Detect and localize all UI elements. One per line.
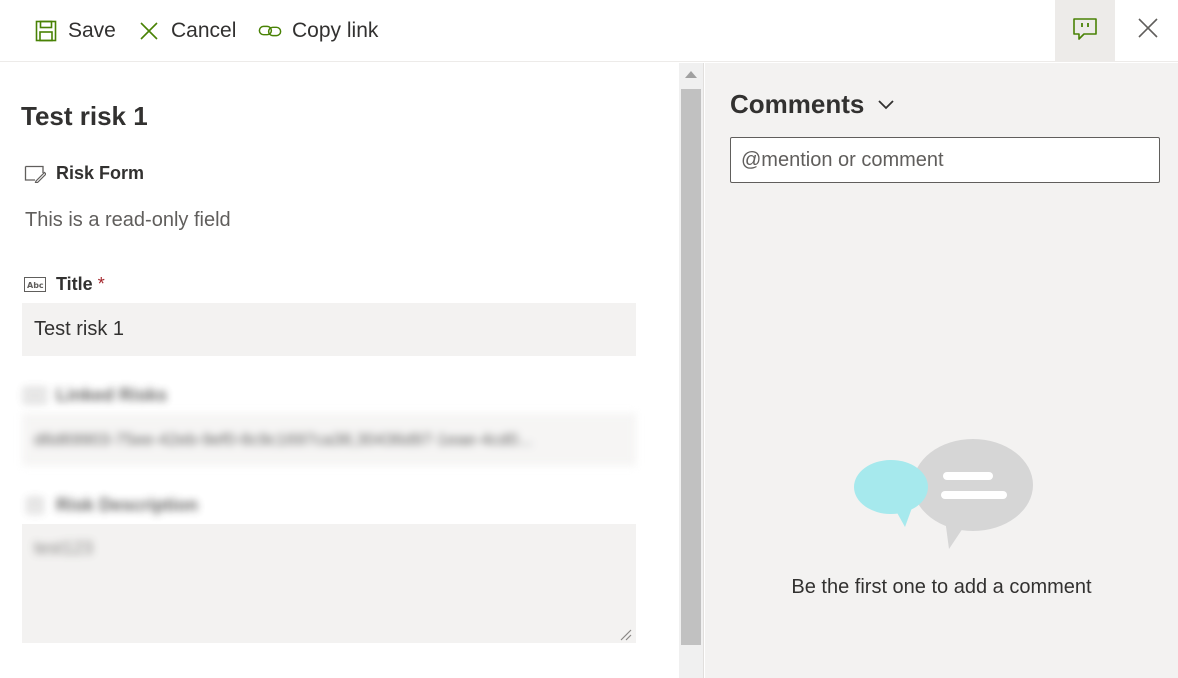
close-button[interactable]	[1128, 10, 1168, 50]
comment-icon	[1072, 17, 1098, 46]
title-field-label: Abc Title *	[24, 274, 105, 295]
lookup-icon	[24, 387, 46, 405]
comment-input[interactable]	[730, 137, 1160, 183]
command-bar: Save Cancel Copy link	[0, 0, 1178, 62]
form-scrollbar[interactable]	[679, 63, 704, 678]
scroll-up-arrow-icon[interactable]	[685, 71, 697, 78]
comments-toggle-button[interactable]	[1055, 0, 1115, 62]
copy-link-button[interactable]: Copy link	[258, 14, 378, 48]
text-field-icon: Abc	[24, 276, 46, 294]
title-label-text: Title	[56, 274, 93, 294]
cancel-icon	[137, 19, 161, 43]
comments-header[interactable]: Comments	[730, 89, 896, 120]
multiline-text-icon	[24, 497, 46, 515]
comments-pane: Comments Be the first one to add a comme…	[705, 63, 1178, 678]
cancel-button[interactable]: Cancel	[137, 14, 236, 48]
comments-header-label: Comments	[730, 89, 865, 119]
form-title: Test risk 1	[21, 101, 148, 131]
copy-link-label: Copy link	[292, 19, 379, 42]
svg-text:Abc: Abc	[27, 281, 44, 290]
risk-description-label-text: Risk Description	[56, 495, 199, 515]
empty-comments-message: Be the first one to add a comment	[791, 576, 1092, 598]
risk-form-label: Risk Form	[24, 163, 144, 184]
save-button[interactable]: Save	[34, 14, 116, 48]
resize-handle-icon[interactable]	[618, 627, 632, 641]
close-icon	[1137, 17, 1159, 44]
risk-description-label: Risk Description	[24, 495, 198, 516]
save-label: Save	[68, 19, 116, 42]
form-pane: Test risk 1 Risk Form This is a read-onl…	[0, 63, 679, 678]
chevron-down-icon	[876, 95, 896, 115]
risk-description-value: test123	[34, 538, 94, 558]
linked-risks-input[interactable]: d6d69903-75ee-42eb-9ef0-8c9c1697ca38,304…	[22, 413, 636, 466]
cancel-label: Cancel	[171, 19, 237, 42]
save-icon	[34, 19, 58, 43]
title-input[interactable]: Test risk 1	[22, 303, 636, 356]
empty-comments-illustration	[853, 439, 1037, 551]
read-only-note: This is a read-only field	[25, 209, 231, 231]
content-type-icon	[24, 165, 46, 183]
scroll-thumb[interactable]	[681, 89, 701, 645]
link-icon	[258, 19, 282, 43]
linked-risks-label: Linked Risks	[24, 385, 167, 406]
risk-description-textarea[interactable]: test123	[22, 524, 636, 643]
required-marker: *	[97, 274, 105, 294]
risk-form-label-text: Risk Form	[56, 163, 145, 183]
linked-risks-label-text: Linked Risks	[56, 385, 168, 405]
